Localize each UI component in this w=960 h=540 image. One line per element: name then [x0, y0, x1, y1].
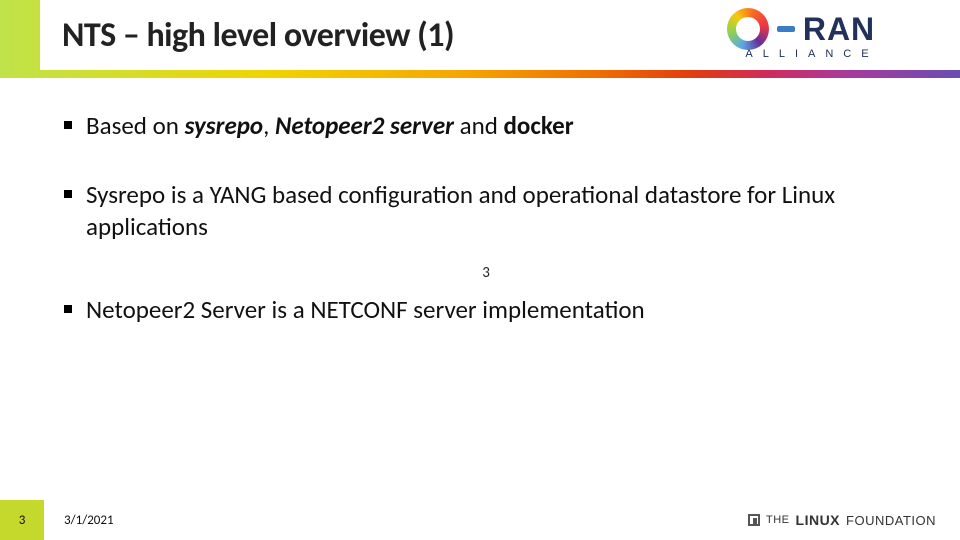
lf-linux: LINUX: [796, 512, 841, 528]
oran-subtext: ALLIANCE: [745, 48, 878, 60]
slide-title: NTS – high level overview (1): [62, 15, 454, 56]
bullet-text: Sysrepo is a YANG based configuration an…: [86, 179, 835, 241]
stray-text: 3: [82, 264, 890, 282]
lf-the: THE: [766, 514, 790, 526]
bullet-text: and: [454, 110, 504, 141]
bullet-em: sysrepo: [185, 110, 264, 141]
slide-footer: 3 3/1/2021 THE LINUX FOUNDATION: [0, 500, 960, 540]
bullet-item: Based on sysrepo, Netopeer2 server and d…: [82, 110, 890, 141]
bullet-text: ,: [263, 110, 275, 141]
oran-ran-text: RAN: [803, 11, 875, 48]
bullet-item: Sysrepo is a YANG based configuration an…: [82, 179, 890, 242]
oran-logo: RAN ALLIANCE: [666, 8, 936, 70]
slide-body: Based on sysrepo, Netopeer2 server and d…: [0, 78, 960, 325]
bullet-strong: docker: [504, 110, 574, 141]
slide-number: 3: [0, 500, 44, 540]
bullet-item: Netopeer2 Server is a NETCONF server imp…: [82, 294, 890, 325]
slide-date: 3/1/2021: [44, 500, 134, 540]
bullet-text: Based on: [86, 110, 185, 141]
slide-header: NTS – high level overview (1) RAN ALLIAN…: [0, 0, 960, 78]
oran-swirl-icon: [727, 8, 769, 50]
bullet-text: Netopeer2 Server is a NETCONF server imp…: [86, 294, 645, 325]
lf-box-icon: [748, 514, 760, 526]
oran-dash-icon: [777, 26, 795, 32]
linux-foundation-logo: THE LINUX FOUNDATION: [748, 512, 936, 528]
bullet-em: Netopeer2 server: [275, 110, 454, 141]
lf-found: FOUNDATION: [846, 513, 936, 528]
